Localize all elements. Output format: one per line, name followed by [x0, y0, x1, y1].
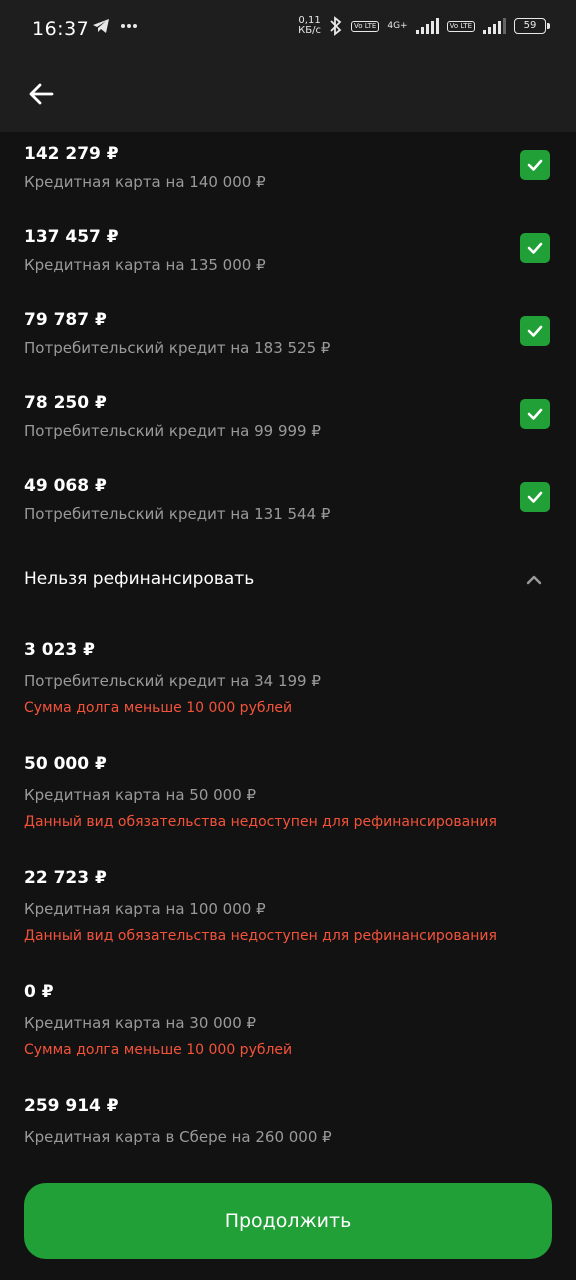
- loan-reason: Данный вид обязательства недоступен для …: [24, 928, 497, 944]
- checkmark-icon: [527, 159, 543, 171]
- eligible-loan-item[interactable]: 79 787 ₽ Потребительский кредит на 183 5…: [24, 310, 554, 370]
- back-button[interactable]: [24, 76, 60, 112]
- loan-amount: 259 914 ₽: [24, 1096, 119, 1116]
- eligible-loan-item[interactable]: 78 250 ₽ Потребительский кредит на 99 99…: [24, 393, 554, 453]
- loan-description: Кредитная карта на 135 000 ₽: [24, 256, 266, 274]
- ineligible-section-header[interactable]: Нельзя рефинансировать: [24, 566, 552, 596]
- ineligible-loan-item: 22 723 ₽ Кредитная карта на 100 000 ₽ Да…: [24, 868, 554, 958]
- bluetooth-icon: [330, 16, 342, 36]
- loan-amount: 50 000 ₽: [24, 754, 107, 774]
- volte-badge-1: Vo LTE: [350, 20, 380, 32]
- ineligible-loan-item: 0 ₽ Кредитная карта на 30 000 ₽ Сумма до…: [24, 982, 554, 1072]
- loan-list[interactable]: 142 279 ₽ Кредитная карта на 140 000 ₽ 1…: [0, 132, 576, 1162]
- arrow-left-icon: [29, 83, 54, 105]
- status-bar: 16:37 0,11 КБ/с Vo LTE 4G+ Vo LTE 59: [0, 0, 576, 60]
- loan-amount: 22 723 ₽: [24, 868, 107, 888]
- network-type: 4G+: [387, 21, 408, 31]
- loan-reason: Сумма долга меньше 10 000 рублей: [24, 700, 293, 716]
- checkmark-icon: [527, 408, 543, 420]
- loan-reason: Сумма долга меньше 10 000 рублей: [24, 1042, 293, 1058]
- top-app-bar: [0, 60, 576, 132]
- volte-badge-2: Vo LTE: [446, 20, 475, 32]
- loan-checkbox[interactable]: [520, 233, 550, 263]
- loan-description: Потребительский кредит на 131 544 ₽: [24, 505, 331, 523]
- loan-description: Кредитная карта в Сбере на 260 000 ₽: [24, 1128, 332, 1146]
- eligible-loan-item[interactable]: 142 279 ₽ Кредитная карта на 140 000 ₽: [24, 144, 554, 204]
- loan-amount: 79 787 ₽: [24, 310, 107, 330]
- checkmark-icon: [527, 491, 543, 503]
- loan-description: Кредитная карта на 30 000 ₽: [24, 1014, 257, 1032]
- telegram-icon: [93, 19, 109, 33]
- eligible-loan-item[interactable]: 137 457 ₽ Кредитная карта на 135 000 ₽: [24, 227, 554, 287]
- loan-checkbox[interactable]: [520, 316, 550, 346]
- loan-description: Потребительский кредит на 34 199 ₽: [24, 672, 321, 690]
- loan-checkbox[interactable]: [520, 482, 550, 512]
- signal-icon: [415, 18, 439, 34]
- loan-description: Кредитная карта на 50 000 ₽: [24, 786, 257, 804]
- ineligible-loan-item: 3 023 ₽ Потребительский кредит на 34 199…: [24, 640, 554, 730]
- loan-amount: 137 457 ₽: [24, 227, 119, 247]
- battery-icon: 59: [514, 18, 550, 34]
- ineligible-loan-item: 50 000 ₽ Кредитная карта на 50 000 ₽ Дан…: [24, 754, 554, 844]
- loan-amount: 78 250 ₽: [24, 393, 107, 413]
- loan-amount: 142 279 ₽: [24, 144, 119, 164]
- net-speed: 0,11 КБ/с: [298, 16, 321, 36]
- loan-description: Потребительский кредит на 99 999 ₽: [24, 422, 321, 440]
- more-dots-icon: [121, 24, 137, 28]
- loan-reason: Данный вид обязательства недоступен для …: [24, 814, 497, 830]
- loan-amount: 49 068 ₽: [24, 476, 107, 496]
- loan-amount: 3 023 ₽: [24, 640, 95, 660]
- section-title: Нельзя рефинансировать: [24, 569, 255, 589]
- loan-checkbox[interactable]: [520, 399, 550, 429]
- eligible-loan-item[interactable]: 49 068 ₽ Потребительский кредит на 131 5…: [24, 476, 554, 536]
- status-time: 16:37: [32, 18, 90, 40]
- checkmark-icon: [527, 325, 543, 337]
- loan-description: Потребительский кредит на 183 525 ₽: [24, 339, 331, 357]
- continue-button[interactable]: Продолжить: [24, 1183, 552, 1259]
- signal-icon-2: [483, 18, 506, 34]
- status-right-icons: 0,11 КБ/с Vo LTE 4G+ Vo LTE 59: [298, 16, 550, 36]
- loan-amount: 0 ₽: [24, 982, 54, 1002]
- status-left-icons: [92, 18, 138, 34]
- loan-checkbox[interactable]: [520, 150, 550, 180]
- net-speed-unit: КБ/с: [298, 25, 321, 36]
- loan-description: Кредитная карта на 140 000 ₽: [24, 173, 266, 191]
- checkmark-icon: [527, 242, 543, 254]
- loan-description: Кредитная карта на 100 000 ₽: [24, 900, 266, 918]
- chevron-up-icon[interactable]: [524, 570, 544, 590]
